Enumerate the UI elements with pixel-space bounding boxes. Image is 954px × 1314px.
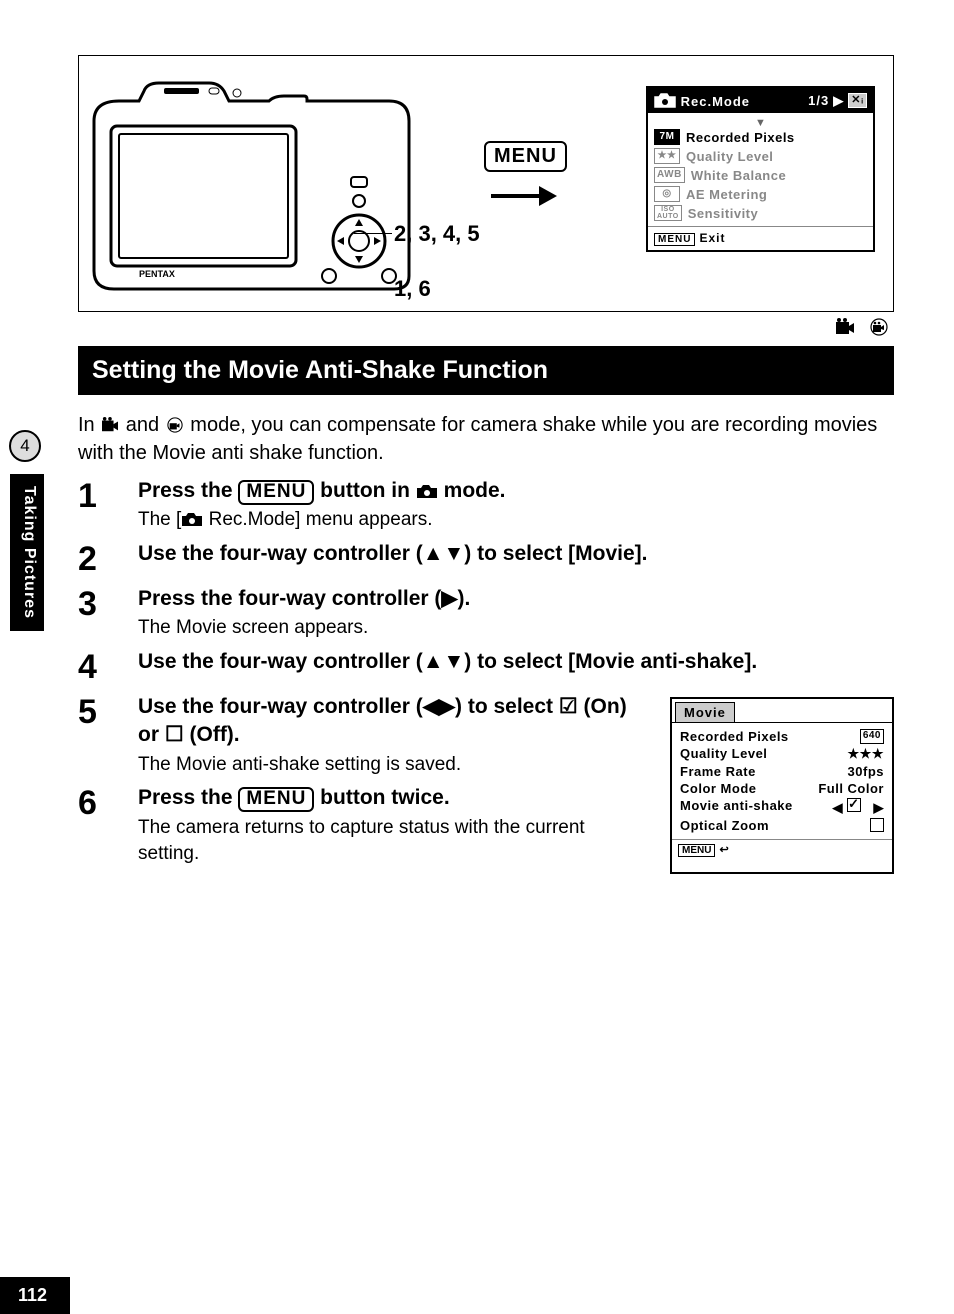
movie-row-optical-zoom: Optical Zoom (680, 818, 884, 833)
step-number: 3 (78, 585, 138, 642)
menu-item-recorded-pixels: 7MRecorded Pixels (654, 129, 867, 145)
step-title: Use the four-way controller (▲▼) to sele… (138, 648, 894, 676)
step-number: 2 (78, 540, 138, 579)
camera-brand-text: PENTAX (139, 269, 175, 279)
step-title: Press the MENU button in mode. (138, 477, 894, 505)
step-1: 1 Press the MENU button in mode. The [ R… (78, 477, 894, 534)
underwater-movie-mode-icon (165, 414, 185, 436)
movie-tab: Movie (675, 702, 735, 722)
camera-icon (654, 92, 676, 108)
step-number: 5 (78, 693, 138, 778)
callout-steps-16: 1, 6 (394, 276, 431, 302)
menu-item-ae-metering: ◎AE Metering (654, 186, 867, 202)
movie-row-recorded-pixels: Recorded Pixels640 (680, 729, 884, 744)
chapter-name-tab: Taking Pictures (10, 474, 44, 631)
step-description: The Movie anti-shake setting is saved. (138, 752, 650, 779)
camera-icon (181, 509, 203, 525)
down-arrow-icon: ▼ (654, 117, 867, 129)
step-number: 1 (78, 477, 138, 534)
arrow-right-icon (489, 181, 559, 216)
applicable-mode-icons (78, 318, 890, 342)
step-4: 4 Use the four-way controller (▲▼) to se… (78, 648, 894, 687)
step-number: 6 (78, 784, 138, 868)
chapter-number-badge: 4 (9, 430, 41, 462)
movie-settings-screen: Movie Recorded Pixels640 Quality Level★★… (670, 697, 894, 874)
movie-screen-footer: MENU↩ (672, 839, 892, 860)
underwater-movie-mode-icon (868, 319, 890, 341)
step-title: Use the four-way controller (▲▼) to sele… (138, 540, 894, 568)
menu-item-sensitivity: ISOAUTOSensitivity (654, 205, 867, 221)
step-description: The [ Rec.Mode] menu appears. (138, 507, 894, 534)
checkbox-on-icon (847, 798, 861, 812)
illustration-panel: PENTAX MENU 2, 3, 4, 5 1 (78, 55, 894, 312)
movie-row-frame-rate: Frame Rate30fps (680, 764, 884, 779)
camera-icon (416, 479, 438, 495)
step-title: Press the MENU button twice. (138, 784, 650, 812)
step-title: Use the four-way controller (◀▶) to sele… (138, 693, 650, 750)
step-description: The Movie screen appears. (138, 615, 894, 642)
callout-steps-2345: 2, 3, 4, 5 (394, 221, 480, 247)
screen-footer: MENUExit (648, 226, 873, 250)
movie-mode-icon (100, 414, 120, 436)
movie-mode-icon (834, 319, 856, 341)
menu-item-quality-level: ★★Quality Level (654, 148, 867, 164)
movie-row-anti-shake: Movie anti-shake◀ ▶ (680, 798, 884, 816)
page-number: 112 (0, 1277, 70, 1314)
menu-button-label: MENU (484, 141, 567, 172)
step-title: Press the four-way controller (▶). (138, 585, 894, 613)
step-6: 6 Press the MENU button twice. The camer… (78, 784, 650, 868)
section-heading: Setting the Movie Anti-Shake Function (78, 346, 894, 395)
tool-tab-icon: ✕ᵢ (848, 93, 867, 108)
page-content: PENTAX MENU 2, 3, 4, 5 1 (78, 55, 894, 874)
back-arrow-icon: ↩ (719, 844, 728, 856)
menu-item-white-balance: AWBWhite Balance (654, 167, 867, 183)
step-5: 5 Use the four-way controller (◀▶) to se… (78, 693, 650, 778)
step-2: 2 Use the four-way controller (▲▼) to se… (78, 540, 894, 579)
step-description: The camera returns to capture status wit… (138, 815, 650, 868)
screen-header: Rec.Mode 1/3▶✕ᵢ (648, 88, 873, 113)
movie-row-quality-level: Quality Level★★★ (680, 746, 884, 762)
movie-row-color-mode: Color ModeFull Color (680, 781, 884, 796)
rec-mode-screen: Rec.Mode 1/3▶✕ᵢ ▼ 7MRecorded Pixels ★★Qu… (646, 86, 875, 252)
sidebar: 4 Taking Pictures (0, 430, 50, 631)
step-3: 3 Press the four-way controller (▶). The… (78, 585, 894, 642)
camera-back-illustration: PENTAX (89, 71, 419, 296)
checkbox-off-icon (870, 818, 884, 832)
intro-paragraph: In and mode, you can compensate for came… (78, 411, 894, 467)
step-number: 4 (78, 648, 138, 687)
